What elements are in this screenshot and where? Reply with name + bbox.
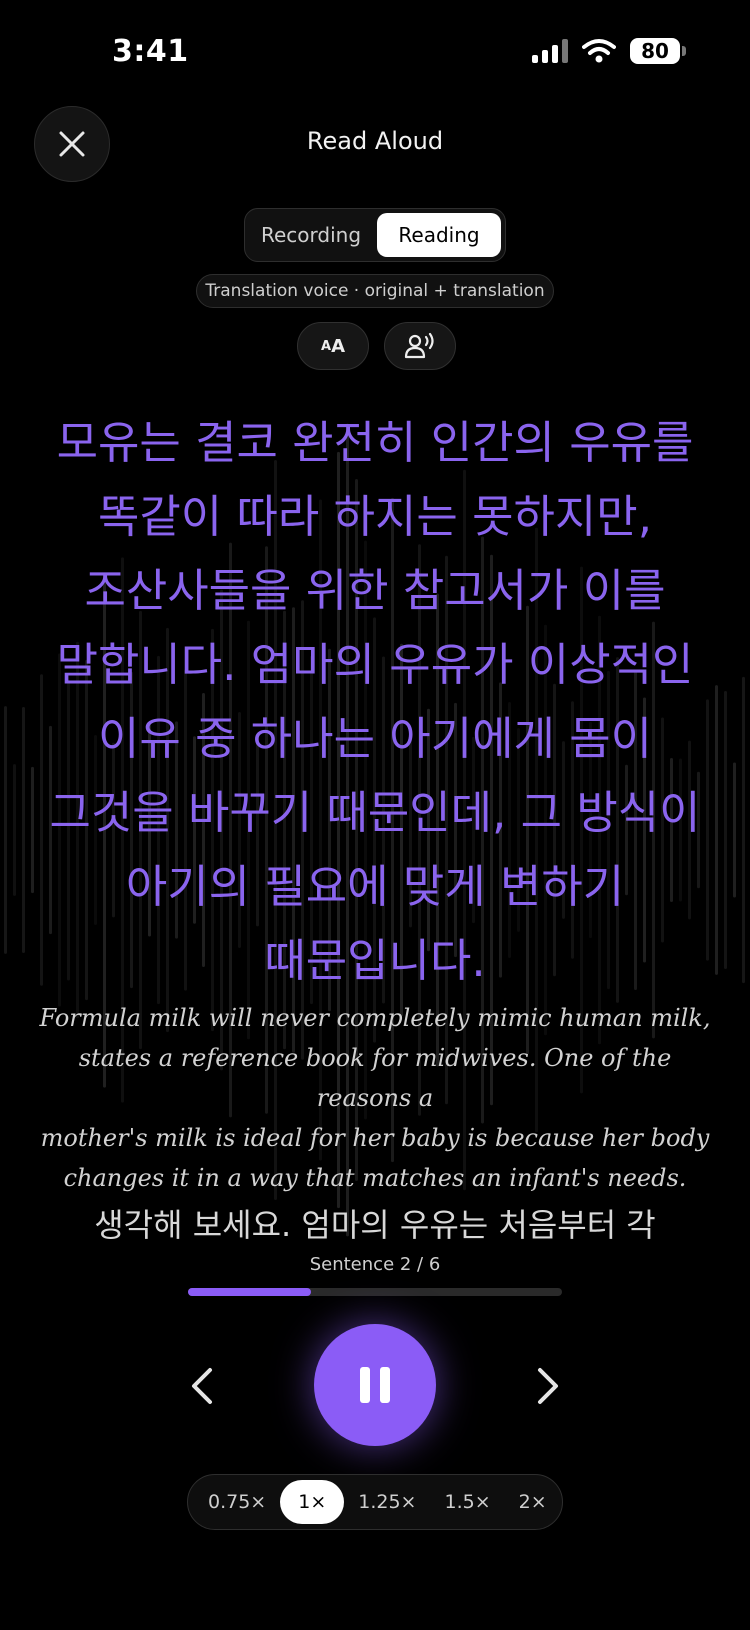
status-indicators: 80 — [532, 38, 686, 64]
waveform-bar — [31, 766, 34, 894]
cellular-signal-icon — [532, 39, 568, 63]
speed-option-1-5[interactable]: 1.5× — [430, 1480, 504, 1524]
battery-level: 80 — [641, 39, 669, 63]
text-size-large-glyph: A — [331, 335, 345, 357]
voice-mode-label[interactable]: Translation voice · original + translati… — [196, 274, 554, 308]
original-line: 똑같이 따라 하지는 못하지만, — [97, 490, 653, 543]
current-sentence-translation: Formula milk will never completely mimic… — [30, 998, 720, 1198]
tab-recording[interactable]: Recording — [249, 213, 373, 257]
original-line: 아기의 필요에 맞게 변하기 — [125, 860, 625, 913]
tab-reading[interactable]: Reading — [377, 213, 501, 257]
waveform-bar — [4, 706, 7, 954]
next-sentence-button[interactable] — [524, 1358, 572, 1414]
status-time: 3:41 — [112, 34, 189, 69]
original-line: 이유 중 하나는 아기에게 몸이 — [97, 712, 653, 765]
translation-line: mother's milk is ideal for her baby is b… — [40, 1124, 710, 1152]
mode-toggle: Recording Reading — [244, 208, 506, 262]
sentence-counter: Sentence 2 / 6 — [309, 1254, 441, 1275]
chevron-left-icon — [192, 1368, 212, 1404]
text-size-button[interactable]: AA — [297, 322, 369, 370]
pause-button[interactable] — [314, 1324, 436, 1446]
previous-sentence-button[interactable] — [178, 1358, 226, 1414]
translation-line: changes it in a way that matches an infa… — [63, 1164, 687, 1192]
waveform-bar — [733, 762, 736, 898]
waveform-bar — [22, 706, 25, 954]
waveform-bar — [724, 690, 727, 970]
waveform-bar — [742, 676, 745, 984]
original-line: 말합니다. 엄마의 우유가 이상적인 — [56, 638, 694, 691]
chevron-right-icon — [538, 1368, 558, 1404]
original-line: 그것을 바꾸기 때문인데, 그 방식이 — [49, 786, 701, 839]
waveform-bar — [13, 764, 16, 896]
translation-line: Formula milk will never completely mimic… — [39, 1004, 711, 1032]
progress-bar[interactable] — [188, 1288, 562, 1296]
speed-option-0-75[interactable]: 0.75× — [194, 1480, 280, 1524]
battery-indicator: 80 — [630, 38, 686, 64]
original-line: 때문입니다. — [264, 934, 486, 987]
current-sentence-original: 모유는 결코 완전히 인간의 우유를 똑같이 따라 하지는 못하지만, 조산사들… — [40, 406, 710, 998]
speed-option-2[interactable]: 2× — [505, 1480, 561, 1524]
speed-option-1-25[interactable]: 1.25× — [344, 1480, 430, 1524]
text-size-small-glyph: A — [321, 338, 332, 354]
voice-speaker-icon — [404, 332, 434, 359]
wifi-icon — [582, 39, 616, 63]
original-line: 조산사들을 위한 참고서가 이를 — [84, 564, 666, 617]
original-line: 모유는 결코 완전히 인간의 우유를 — [56, 416, 694, 469]
next-sentence-preview: 생각해 보세요. 엄마의 우유는 처음부터 각 — [94, 1206, 656, 1244]
voice-settings-button[interactable] — [384, 322, 456, 370]
translation-line: states a reference book for midwives. On… — [78, 1044, 672, 1112]
pause-icon — [360, 1367, 390, 1403]
progress-fill — [188, 1288, 312, 1296]
speed-option-1[interactable]: 1× — [280, 1480, 345, 1524]
page-title: Read Aloud — [306, 127, 444, 155]
waveform-bar — [715, 685, 718, 975]
speed-selector: 0.75× 1× 1.25× 1.5× 2× — [187, 1474, 563, 1530]
